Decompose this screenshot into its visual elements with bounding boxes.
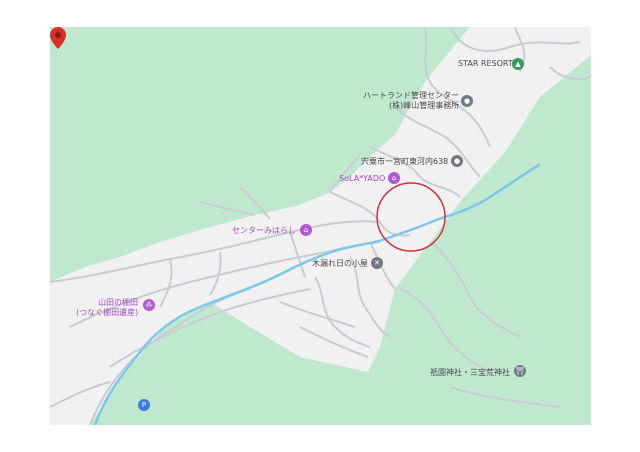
label-heartland-office[interactable]: (株)峰山管理事務所 <box>389 101 459 111</box>
label-gion-shrine[interactable]: 祇園神社・三宝荒神社 <box>430 368 510 378</box>
label-star-resort[interactable]: STAR RESORT <box>458 59 513 69</box>
mountain-icon[interactable]: ▲ <box>512 58 524 70</box>
shelter-icon[interactable]: ✕ <box>371 257 383 269</box>
label-center-miharashi[interactable]: センターみはらし <box>232 226 296 236</box>
label-komorebi[interactable]: 木漏れ日の小屋 <box>312 259 368 269</box>
hotel-icon[interactable]: ⌂ <box>388 172 400 184</box>
label-yamada-tanada[interactable]: 山田の棚田 <box>98 298 138 308</box>
map-base <box>50 27 591 425</box>
label-address[interactable]: 宍粟市一宮町東河内638 <box>361 157 448 167</box>
place-icon-address[interactable]: ● <box>451 155 463 167</box>
location-marker-icon[interactable] <box>50 27 66 49</box>
label-yamada-heritage[interactable]: (つなぐ棚田遺産) <box>76 308 138 318</box>
parking-icon[interactable]: P <box>138 399 150 411</box>
place-icon[interactable]: ● <box>461 95 473 107</box>
label-heartland-center[interactable]: ハートランド管理センター <box>363 91 459 101</box>
map-canvas[interactable]: STAR RESORT ▲ ハートランド管理センター (株)峰山管理事務所 ● … <box>50 27 591 425</box>
home-icon[interactable]: ⌂ <box>300 224 312 236</box>
shrine-icon[interactable]: ⛩ <box>514 365 526 377</box>
landmark-icon[interactable]: ⁂ <box>143 299 155 311</box>
label-sola-yado[interactable]: SoLA*YADO <box>339 174 385 184</box>
